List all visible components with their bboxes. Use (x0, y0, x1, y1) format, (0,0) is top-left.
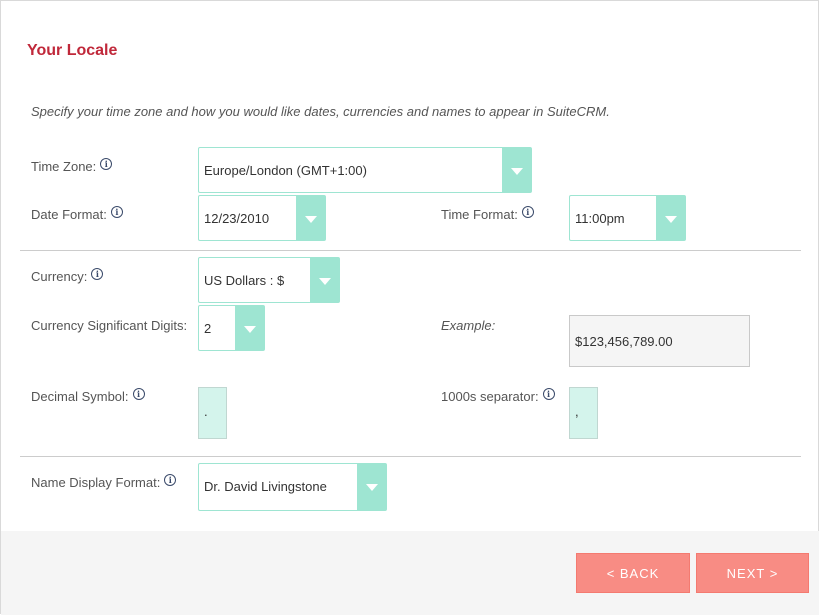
time-zone-dropdown-button[interactable] (502, 148, 531, 192)
wizard-panel (0, 0, 819, 614)
info-icon[interactable]: i (110, 206, 123, 218)
name-format-value: Dr. David Livingstone (204, 479, 327, 494)
chevron-down-icon (305, 216, 317, 223)
currency-dropdown-button[interactable] (310, 258, 339, 302)
example-value: $123,456,789.00 (575, 334, 673, 349)
currency-value: US Dollars : $ (204, 273, 285, 288)
currency-select[interactable]: US Dollars : $ (198, 257, 340, 303)
currency-digits-select[interactable]: 2 (198, 305, 265, 351)
next-button[interactable]: NEXT > (696, 553, 809, 593)
name-format-select[interactable]: Dr. David Livingstone (198, 463, 387, 511)
section-divider (20, 456, 801, 457)
page-title: Your Locale (27, 42, 118, 59)
time-zone-value: Europe/London (GMT+1:00) (204, 163, 367, 178)
thousands-separator-label: 1000s separator: i (441, 388, 555, 404)
date-format-label: Date Format: i (31, 206, 123, 222)
time-format-label: Time Format: i (441, 206, 534, 222)
intro-text: Specify your time zone and how you would… (31, 104, 610, 119)
info-icon[interactable]: i (91, 268, 104, 280)
chevron-down-icon (366, 484, 378, 491)
currency-digits-dropdown-button[interactable] (235, 306, 264, 350)
thousands-separator-value: , (575, 404, 579, 419)
currency-label: Currency: i (31, 268, 104, 284)
name-format-dropdown-button[interactable] (357, 464, 386, 510)
chevron-down-icon (244, 326, 256, 333)
time-zone-label: Time Zone: i (31, 158, 113, 174)
info-icon[interactable]: i (132, 388, 145, 400)
info-icon[interactable]: i (521, 206, 534, 218)
date-format-select[interactable]: 12/23/2010 (198, 195, 326, 241)
time-format-value: 11:00pm (575, 211, 625, 226)
chevron-down-icon (511, 168, 523, 175)
example-value-box: $123,456,789.00 (569, 315, 750, 367)
time-zone-select[interactable]: Europe/London (GMT+1:00) (198, 147, 532, 193)
decimal-symbol-input[interactable]: . (198, 387, 227, 439)
currency-digits-label: Currency Significant Digits: (31, 318, 188, 333)
currency-digits-value: 2 (204, 321, 212, 336)
date-format-value: 12/23/2010 (204, 211, 270, 226)
decimal-symbol-value: . (204, 404, 208, 419)
info-icon[interactable]: i (164, 474, 177, 486)
back-button[interactable]: < BACK (576, 553, 690, 593)
chevron-down-icon (319, 278, 331, 285)
thousands-separator-input[interactable]: , (569, 387, 598, 439)
info-icon[interactable]: i (542, 388, 555, 400)
time-format-dropdown-button[interactable] (656, 196, 685, 240)
decimal-symbol-label: Decimal Symbol: i (31, 388, 145, 404)
date-format-dropdown-button[interactable] (296, 196, 325, 240)
time-format-select[interactable]: 11:00pm (569, 195, 686, 241)
name-format-label: Name Display Format: i (31, 474, 177, 490)
section-divider (20, 250, 801, 251)
chevron-down-icon (665, 216, 677, 223)
example-label: Example: (441, 318, 496, 333)
info-icon[interactable]: i (100, 158, 113, 170)
